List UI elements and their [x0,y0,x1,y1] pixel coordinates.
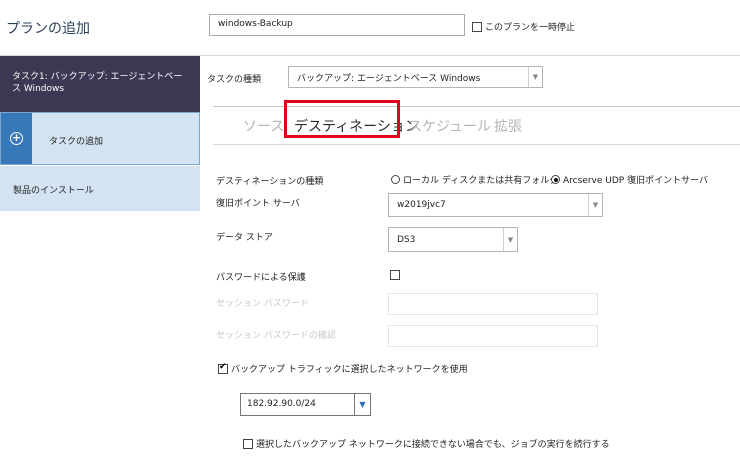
session-password-input[interactable] [388,293,598,315]
pause-plan-label: このプランを一時停止 [485,23,576,33]
use-network-label: バックアップ トラフィックに選択したネットワークを使用 [231,365,468,375]
password-protect-checkbox[interactable] [390,270,400,280]
continue-job-checkbox[interactable]: 選択したバックアップ ネットワークに接続できない場合でも、ジョブの実行を続行する [243,437,610,450]
continue-job-label: 選択したバックアップ ネットワークに接続できない場合でも、ジョブの実行を続行する [256,440,610,450]
radio-rps-button[interactable] [551,175,560,184]
radio-local-disk-button[interactable] [391,175,400,184]
task-type-label: タスクの種類 [207,75,262,85]
datastore-label: データ ストア [216,233,273,243]
network-select-input[interactable]: 182.92.90.0/24 [240,393,355,416]
tab-source[interactable]: ソース [243,116,284,136]
radio-rps[interactable]: Arcserve UDP 復旧ポイントサーバ [551,173,708,186]
chevron-down-icon: ▼ [359,400,366,409]
pause-plan-checkbox-box[interactable] [472,21,482,32]
tab-schedule[interactable]: スケジュール [408,116,491,136]
session-password-confirm-label: セッション パスワードの確認 [216,331,336,341]
plan-name-input[interactable]: windows-Backup [209,14,465,36]
password-protect-label: パスワードによる保護 [216,273,306,283]
use-network-checkbox[interactable]: バックアップ トラフィックに選択したネットワークを使用 [218,362,468,375]
session-password-label: セッション パスワード [216,299,309,309]
chevron-down-icon: ▼ [528,67,542,87]
chevron-down-icon: ▼ [503,228,517,251]
task-type-select[interactable]: バックアップ: エージェントベース Windows ▼ [288,66,543,88]
add-task-icon-box: + [1,113,32,164]
destination-type-label: デスティネーションの種類 [216,177,324,187]
session-password-confirm-input[interactable] [388,325,598,347]
add-task-label: タスクの追加 [49,137,104,147]
datastore-value: DS3 [397,234,416,245]
destination-tab-highlight [284,100,400,138]
rps-select[interactable]: w2019jvc7 ▼ [388,193,603,217]
tab-advanced[interactable]: 拡張 [494,116,522,136]
chevron-down-icon: ▼ [588,194,602,216]
network-dropdown-button[interactable]: ▼ [355,393,371,416]
radio-rps-label: Arcserve UDP 復旧ポイントサーバ [563,176,708,186]
radio-local-disk-label: ローカル ディスクまたは共有フォルダ [403,176,559,186]
rps-value: w2019jvc7 [397,200,446,210]
continue-job-checkbox-box[interactable] [243,438,253,449]
task-type-value: バックアップ: エージェントベース Windows [297,73,481,84]
datastore-select[interactable]: DS3 ▼ [388,227,518,252]
pause-plan-checkbox[interactable]: このプランを一時停止 [472,20,575,33]
plus-icon: + [10,131,23,145]
rps-label: 復旧ポイント サーバ [216,199,300,209]
radio-local-disk[interactable]: ローカル ディスクまたは共有フォルダ [391,173,558,186]
sidebar-item-install[interactable]: 製品のインストール [0,166,200,211]
add-task-button[interactable]: + タスクの追加 [0,112,200,165]
page-title: プランの追加 [6,21,90,37]
use-network-checkbox-box[interactable] [218,362,228,374]
tabs-divider [213,144,740,145]
sidebar-item-task1[interactable]: タスク1: バックアップ: エージェントベース Windows [0,56,200,112]
